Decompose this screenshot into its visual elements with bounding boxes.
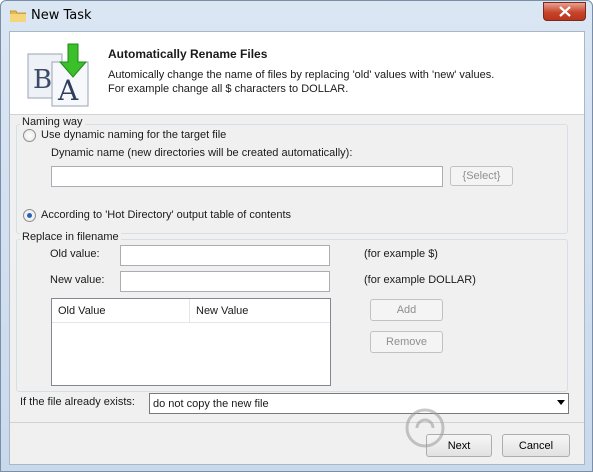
hot-directory-label[interactable]: According to 'Hot Directory' output tabl… <box>41 209 291 221</box>
dynamic-naming-radio[interactable] <box>23 129 36 142</box>
replace-list[interactable]: Old Value New Value <box>51 298 331 386</box>
wizard-header: B A Automatically Rename Files Automical… <box>10 32 584 114</box>
dynamic-name-input[interactable] <box>51 166 443 187</box>
new-value-label: New value: <box>50 274 105 286</box>
close-icon <box>558 6 571 17</box>
file-exists-select[interactable]: do not copy the new file <box>149 393 569 414</box>
new-value-example: (for example DOLLAR) <box>364 274 476 286</box>
replace-list-header: Old Value New Value <box>52 299 330 323</box>
new-value-input[interactable] <box>120 271 330 292</box>
header-example: For example change all $ characters to D… <box>108 83 349 95</box>
select-button[interactable]: {Select} <box>450 166 513 186</box>
close-button[interactable] <box>543 2 586 21</box>
header-divider <box>10 114 584 115</box>
old-value-example: (for example $) <box>364 248 438 260</box>
rename-files-icon: B A <box>27 43 89 107</box>
header-description: Automically change the name of files by … <box>108 69 495 81</box>
old-value-label: Old value: <box>50 248 100 260</box>
dynamic-name-label: Dynamic name (new directories will be cr… <box>51 147 353 159</box>
hot-directory-radio[interactable] <box>23 209 36 222</box>
old-value-input[interactable] <box>120 245 330 266</box>
title-bar[interactable]: New Task <box>1 1 592 31</box>
column-new-value[interactable]: New Value <box>190 299 330 323</box>
column-old-value[interactable]: Old Value <box>52 299 190 323</box>
dropdown-arrow-icon <box>557 400 565 405</box>
window-title: New Task <box>31 8 92 23</box>
file-exists-value: do not copy the new file <box>153 398 269 410</box>
cancel-button[interactable]: Cancel <box>502 434 570 457</box>
dynamic-naming-label[interactable]: Use dynamic naming for the target file <box>41 129 226 141</box>
svg-text:B: B <box>33 65 52 95</box>
naming-way-label: Naming way <box>20 116 85 128</box>
remove-button[interactable]: Remove <box>370 331 443 353</box>
watermark-logo <box>405 408 445 448</box>
add-button[interactable]: Add <box>370 299 443 321</box>
dialog-body: B A Automatically Rename Files Automical… <box>9 31 585 465</box>
folder-icon <box>10 10 26 22</box>
svg-text:A: A <box>57 74 79 107</box>
file-exists-label: If the file already exists: <box>20 396 135 408</box>
dialog-window: New Task B A Automatically Rename Files … <box>0 0 593 472</box>
replace-group-label: Replace in filename <box>20 231 121 243</box>
header-title: Automatically Rename Files <box>108 47 268 61</box>
